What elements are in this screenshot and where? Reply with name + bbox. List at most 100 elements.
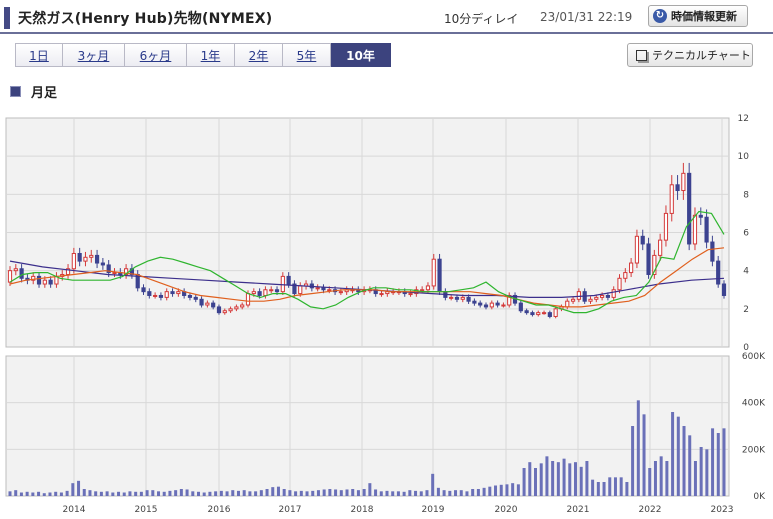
volume-bar xyxy=(151,490,155,496)
volume-bar xyxy=(339,490,343,496)
candle-body xyxy=(605,294,610,298)
volume-bar xyxy=(705,449,709,496)
candle-body xyxy=(36,275,42,285)
volume-bar xyxy=(402,491,406,496)
volume-bar xyxy=(162,491,166,496)
price-volume-chart: 0246810120K200K400K600K2014 2015 2016 2017 2… xyxy=(5,114,766,515)
volume-bar xyxy=(305,491,309,496)
volume-bar xyxy=(88,490,92,496)
candle-body xyxy=(681,172,686,192)
volume-bar xyxy=(436,487,440,496)
candle-body xyxy=(234,306,239,310)
volume-bar xyxy=(522,468,526,496)
candle-body xyxy=(687,172,692,245)
candle-body xyxy=(721,283,727,296)
volume-bar xyxy=(254,491,258,496)
candle-body xyxy=(704,216,709,243)
candle-body xyxy=(13,268,18,272)
volume-bar xyxy=(31,492,35,496)
candle-body xyxy=(269,289,274,292)
volume-bar xyxy=(322,489,326,496)
volume-tick-label: 400K xyxy=(742,399,766,409)
price-tick-label: 2 xyxy=(743,305,749,315)
candle-body xyxy=(518,302,523,312)
volume-bar xyxy=(282,489,286,496)
candle-body xyxy=(338,291,343,294)
candle-body xyxy=(89,254,94,258)
price-tick-label: 6 xyxy=(743,229,749,239)
candle-body xyxy=(617,277,622,291)
volume-bar xyxy=(568,463,572,496)
volume-bar xyxy=(442,490,446,496)
volume-bar xyxy=(19,492,23,496)
candle-body xyxy=(669,184,674,214)
candle-body xyxy=(176,291,181,295)
candle-body xyxy=(263,289,268,296)
candle-body xyxy=(570,298,576,302)
volume-bar xyxy=(54,491,58,496)
volume-bar xyxy=(573,462,577,496)
volume-bar xyxy=(8,491,12,496)
volume-bar xyxy=(476,489,480,496)
candle-body xyxy=(536,312,541,316)
year-tick-label: 2021 xyxy=(567,505,590,515)
volume-bar xyxy=(528,462,532,496)
candle-body xyxy=(187,294,193,298)
volume-tick-label: 0K xyxy=(753,492,766,502)
volume-bar xyxy=(191,491,195,496)
volume-bar xyxy=(248,491,252,496)
volume-bar xyxy=(328,489,332,496)
volume-bar xyxy=(562,458,566,496)
candle-body xyxy=(454,296,460,300)
candle-body xyxy=(286,275,291,285)
candle-body xyxy=(251,291,256,295)
volume-bar xyxy=(671,412,675,496)
volume-bar xyxy=(259,490,263,496)
volume-bar xyxy=(482,487,486,496)
volume-bar xyxy=(465,491,469,496)
volume-bar xyxy=(288,490,292,496)
volume-bar xyxy=(202,492,206,496)
candle-body xyxy=(460,296,465,300)
volume-bar xyxy=(516,484,520,496)
volume-bar xyxy=(345,489,349,496)
volume-bar xyxy=(711,428,715,496)
candle-body xyxy=(553,308,558,317)
candle-body xyxy=(495,302,500,306)
volume-bar xyxy=(134,491,138,496)
candle-body xyxy=(623,272,628,279)
volume-bar xyxy=(299,490,303,496)
candle-body xyxy=(489,302,494,308)
volume-bar xyxy=(585,461,589,496)
candle-body xyxy=(524,310,529,314)
candle-body xyxy=(199,298,204,306)
candle-body xyxy=(663,212,669,241)
volume-bar xyxy=(419,491,423,496)
candle-body xyxy=(141,287,146,293)
candle-body xyxy=(472,300,477,304)
volume-bar xyxy=(219,490,223,496)
candle-body xyxy=(594,296,599,300)
volume-bar xyxy=(316,490,320,496)
candle-body xyxy=(541,312,547,315)
volume-bar xyxy=(145,490,149,496)
candle-body xyxy=(257,291,262,296)
volume-bar xyxy=(48,492,52,496)
volume-bar xyxy=(499,484,503,496)
candle-body xyxy=(716,260,721,285)
candle-body xyxy=(530,312,535,316)
price-tick-label: 10 xyxy=(738,152,750,162)
volume-bar xyxy=(665,461,669,496)
year-tick-label: 2015 xyxy=(135,505,158,515)
volume-bar xyxy=(642,414,646,496)
volume-panel xyxy=(5,355,730,497)
volume-bar xyxy=(385,490,389,496)
volume-bar xyxy=(511,483,515,496)
candle-body xyxy=(425,285,431,291)
volume-bar xyxy=(379,491,383,496)
candle-body xyxy=(710,241,715,262)
candle-body xyxy=(153,294,158,297)
volume-bar xyxy=(59,492,63,496)
volume-bar xyxy=(425,490,429,496)
volume-bar xyxy=(105,491,109,496)
